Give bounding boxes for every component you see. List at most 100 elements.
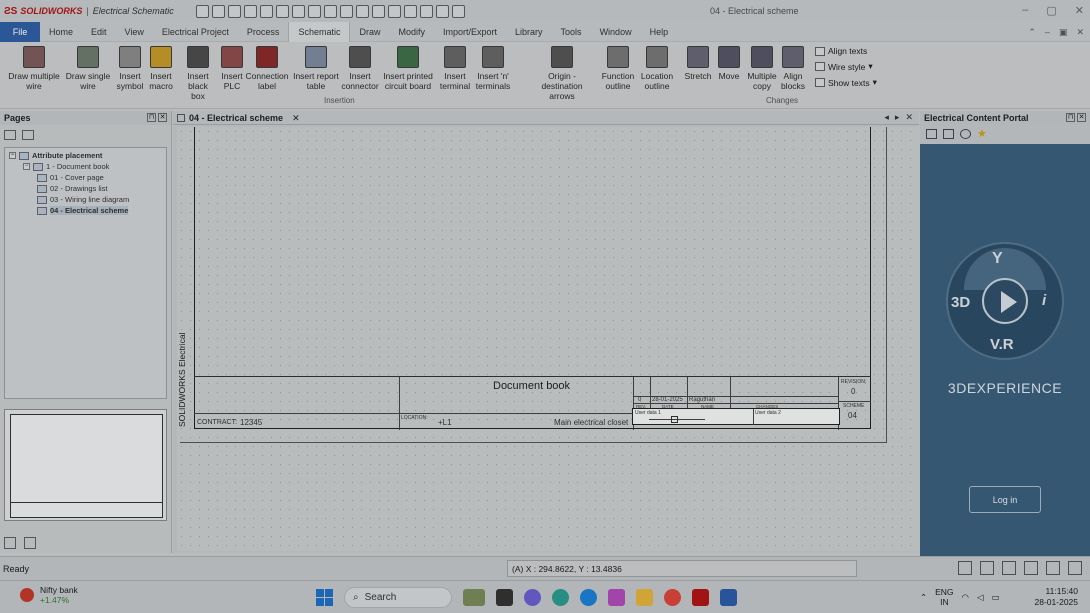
insert-black-box-button[interactable]: Insert black box <box>183 46 213 101</box>
new-icon[interactable] <box>195 4 209 18</box>
dynamic-input-icon[interactable] <box>1046 561 1060 575</box>
close-doc-icon[interactable]: ✕ <box>1076 27 1084 38</box>
tree-item[interactable]: 03 - Wiring line diagram <box>5 194 166 205</box>
tree-item[interactable]: 04 - Electrical scheme <box>5 205 166 216</box>
options-icon[interactable] <box>451 4 465 18</box>
insert-macro-button[interactable]: Insert macro <box>147 46 175 91</box>
zoom-window-icon[interactable] <box>387 4 401 18</box>
insert-n-terminals-button[interactable]: Insert 'n' terminals <box>474 46 512 91</box>
location-outline-button[interactable]: Location outline <box>638 46 676 91</box>
insert-terminal-button[interactable]: Insert terminal <box>440 46 470 91</box>
menu-library[interactable]: Library <box>506 22 552 42</box>
show-texts-button[interactable]: Show texts ▾ <box>815 77 877 88</box>
connection-label-button[interactable]: Connection label <box>245 46 289 91</box>
menu-window[interactable]: Window <box>591 22 641 42</box>
preview-refresh-icon[interactable] <box>24 537 36 549</box>
play-icon[interactable] <box>982 278 1028 324</box>
origin-destination-arrows-button[interactable]: Origin - destination arrows <box>530 46 594 101</box>
wire-style-button[interactable]: Wire style ▾ <box>815 61 877 72</box>
insert-printed-circuit-board-button[interactable]: Insert printed circuit board <box>380 46 436 91</box>
zoom-icon[interactable] <box>371 4 385 18</box>
undo-icon[interactable] <box>243 4 257 18</box>
pan-icon[interactable] <box>403 4 417 18</box>
menu-import-export[interactable]: Import/Export <box>434 22 506 42</box>
insert-symbol-button[interactable]: Insert symbol <box>117 46 143 91</box>
function-outline-button[interactable]: Function outline <box>600 46 636 91</box>
windows-start-icon[interactable] <box>316 589 333 606</box>
ortho-icon[interactable] <box>1002 561 1016 575</box>
maximize-icon[interactable]: ▢ <box>1046 4 1056 17</box>
open-folder-icon[interactable] <box>4 130 16 140</box>
align-texts-button[interactable]: Align texts <box>815 46 877 56</box>
language-indicator[interactable]: ENG IN <box>935 587 953 607</box>
paste-icon[interactable] <box>307 4 321 18</box>
menu-draw[interactable]: Draw <box>350 22 389 42</box>
save-icon[interactable] <box>211 4 225 18</box>
user-icon[interactable] <box>1068 561 1082 575</box>
edge-dev-icon[interactable] <box>552 589 569 606</box>
menu-modify[interactable]: Modify <box>389 22 434 42</box>
zoom-fit-icon[interactable] <box>419 4 433 18</box>
redo-icon[interactable] <box>259 4 273 18</box>
expand-toggle-icon[interactable]: − <box>9 152 16 159</box>
menu-schematic[interactable]: Schematic <box>288 21 351 42</box>
document-tab[interactable]: 04 - Electrical scheme ✕ <box>177 111 300 125</box>
3dexperience-compass-icon[interactable]: Y 3D i V.R <box>946 242 1064 360</box>
star-icon[interactable]: ★ <box>977 129 988 140</box>
tree-item[interactable]: − Attribute placement <box>5 150 166 161</box>
cut-icon[interactable] <box>275 4 289 18</box>
task-view-icon[interactable] <box>496 589 513 606</box>
next-tab-icon[interactable]: ▸ <box>895 112 900 123</box>
user-data-box[interactable]: User data 1 User data 2 <box>632 408 840 425</box>
close-icon[interactable]: ✕ <box>1075 4 1084 17</box>
widgets-icon[interactable] <box>463 589 485 606</box>
float-icon[interactable]: ▣ <box>1059 27 1068 38</box>
copilot-icon[interactable] <box>524 589 541 606</box>
move-button[interactable]: Move <box>716 46 742 81</box>
chrome-icon[interactable] <box>664 589 681 606</box>
menu-help[interactable]: Help <box>641 22 678 42</box>
portal-pin-icon[interactable]: ⊓ <box>1066 113 1075 122</box>
volume-icon[interactable]: ◁ <box>977 592 984 603</box>
insert-report-table-button[interactable]: Insert report table <box>292 46 340 91</box>
snap-icon[interactable] <box>980 561 994 575</box>
chevron-up-icon[interactable]: ⌃ <box>1028 27 1036 38</box>
portal-close-icon[interactable]: ✕ <box>1077 113 1086 122</box>
close-doc-tab-icon[interactable]: ✕ <box>905 112 913 123</box>
find-icon[interactable] <box>435 4 449 18</box>
drawing-canvas[interactable]: SOLIDWORKS Electrical Document book CONT… <box>177 127 919 551</box>
chevron-up-tray-icon[interactable]: ⌃ <box>920 592 927 603</box>
stock-widget[interactable]: Nifty bank +1.47% <box>20 585 78 605</box>
menu-process[interactable]: Process <box>238 22 289 42</box>
battery-icon[interactable]: ▭ <box>992 592 1000 603</box>
menu-home[interactable]: Home <box>40 22 82 42</box>
tree-item[interactable]: −1 - Document book <box>5 161 166 172</box>
align-blocks-button[interactable]: Align blocks <box>779 46 807 91</box>
taskbar-search[interactable]: ⌕ Search <box>344 587 452 608</box>
tree-item[interactable]: 02 - Drawings list <box>5 183 166 194</box>
grid-icon[interactable] <box>958 561 972 575</box>
copy-icon[interactable] <box>291 4 305 18</box>
minimize-icon[interactable]: – <box>1022 4 1028 17</box>
restore-icon[interactable]: – <box>1045 27 1050 38</box>
home-icon[interactable] <box>926 129 937 139</box>
menu-view[interactable]: View <box>116 22 153 42</box>
book-icon[interactable] <box>22 130 34 140</box>
word-icon[interactable] <box>720 589 737 606</box>
wifi-icon[interactable]: ◠ <box>962 592 969 603</box>
snipping-tool-icon[interactable] <box>608 589 625 606</box>
login-button[interactable]: Log in <box>969 486 1041 513</box>
file-explorer-icon[interactable] <box>636 589 653 606</box>
select-icon[interactable] <box>355 4 369 18</box>
copy-format-icon[interactable] <box>339 4 353 18</box>
draw-multiple-wire-button[interactable]: Draw multiple wire <box>7 46 61 91</box>
pin-icon[interactable]: ⊓ <box>147 113 156 122</box>
solidworks-taskbar-icon[interactable] <box>692 589 709 606</box>
menu-edit[interactable]: Edit <box>82 22 116 42</box>
edge-icon[interactable] <box>580 589 597 606</box>
lineweight-icon[interactable] <box>1024 561 1038 575</box>
print-icon[interactable] <box>227 4 241 18</box>
close-panel-icon[interactable]: ✕ <box>158 113 167 122</box>
close-tab-icon[interactable]: ✕ <box>292 113 300 124</box>
paste-special-icon[interactable] <box>323 4 337 18</box>
